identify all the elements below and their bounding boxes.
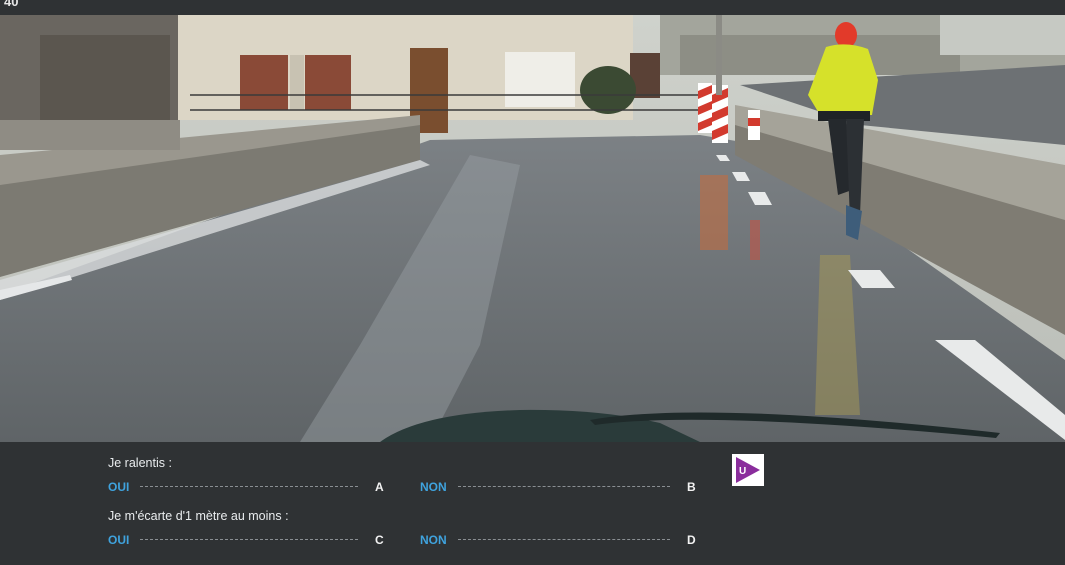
q1-option-non[interactable]: NON xyxy=(420,480,447,494)
q1-non-leader-dots xyxy=(458,486,670,487)
q2-oui-letter[interactable]: C xyxy=(375,533,384,547)
question-number: 40 xyxy=(4,0,19,9)
question-1-label: Je ralentis : xyxy=(108,456,172,470)
answer-panel: Je ralentis : OUI A NON B Je m'écarte d'… xyxy=(0,442,1065,565)
road-photo xyxy=(0,15,1065,442)
play-logo-icon[interactable]: U xyxy=(732,454,764,486)
logo-letter: U xyxy=(739,466,746,477)
q1-oui-letter[interactable]: A xyxy=(375,480,384,494)
q2-non-letter[interactable]: D xyxy=(687,533,696,547)
q1-oui-leader-dots xyxy=(140,486,358,487)
q2-option-non[interactable]: NON xyxy=(420,533,447,547)
q2-non-leader-dots xyxy=(458,539,670,540)
q1-option-oui[interactable]: OUI xyxy=(108,480,129,494)
question-2-label: Je m'écarte d'1 mètre au moins : xyxy=(108,509,289,523)
q1-non-letter[interactable]: B xyxy=(687,480,696,494)
top-bar: 40 xyxy=(0,0,1065,15)
q2-option-oui[interactable]: OUI xyxy=(108,533,129,547)
q2-oui-leader-dots xyxy=(140,539,358,540)
